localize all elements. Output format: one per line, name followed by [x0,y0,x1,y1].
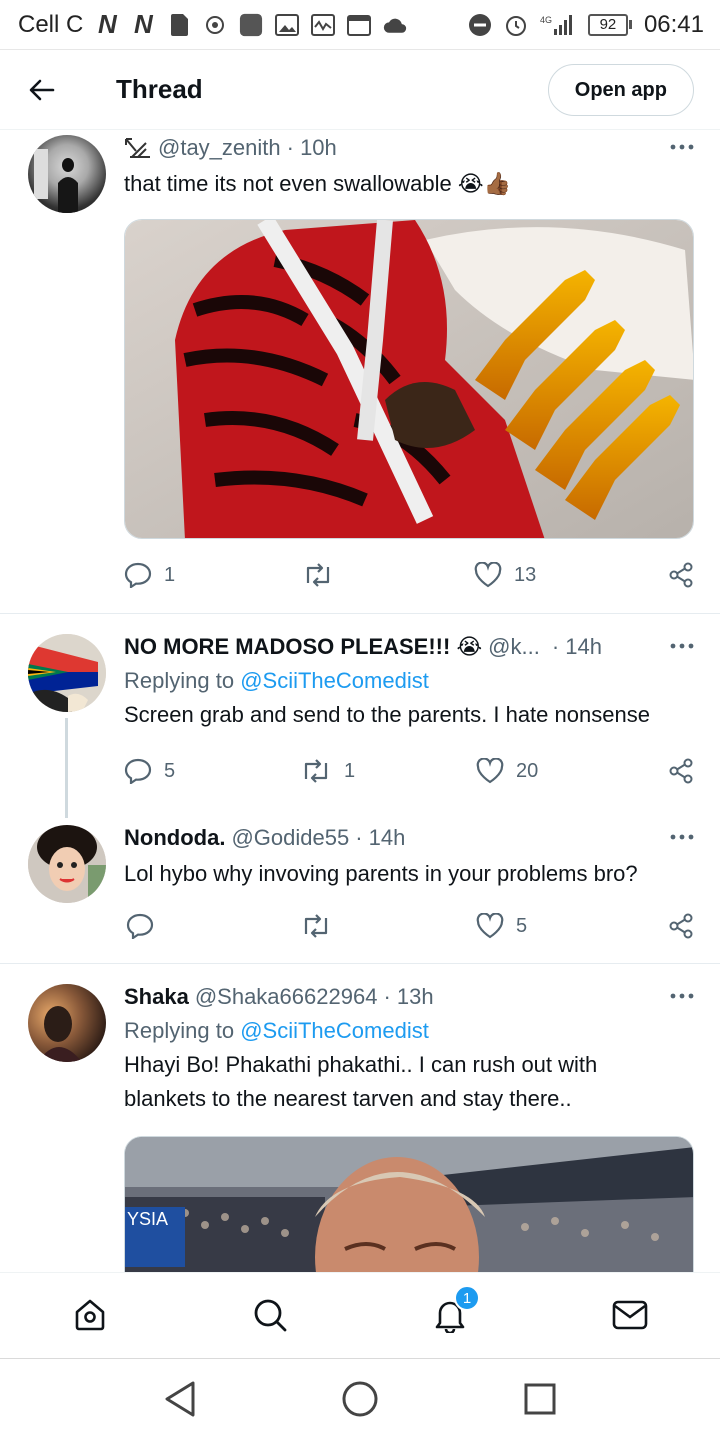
home-icon[interactable] [70,1295,110,1335]
system-navigation-bar [0,1358,720,1440]
retweet-button[interactable]: 1 [300,759,355,783]
notifications-bell-icon[interactable]: 1 [430,1285,480,1335]
retweet-count: 1 [344,759,356,782]
reply-button[interactable]: 1 [124,562,175,588]
svg-text:YSIA: YSIA [127,1209,168,1229]
alarm-icon [504,13,528,37]
tweet-text: that time its not even swallowable 😭👍🏾 [124,171,511,196]
tweet[interactable]: Shaka @Shaka66622964 · 13h Replying to @… [0,964,720,1272]
calendar-icon [347,13,372,37]
retweet-button[interactable] [302,563,346,587]
tweet-author-name[interactable]: NO MORE MADOSO PLEASE!!! 😭 [124,634,482,660]
tweet-text: Lol hybo why invoving parents in your pr… [124,861,638,886]
tweet-handle[interactable]: @Godide55 [231,825,349,851]
more-options-icon[interactable] [664,984,694,1008]
page-title: Thread [116,74,203,104]
tweet-image[interactable] [124,219,694,539]
share-button[interactable] [668,758,694,784]
back-arrow-icon[interactable] [24,72,60,108]
messages-envelope-icon[interactable] [610,1295,650,1335]
tweet[interactable]: Nondoda. @Godide55 · 14h Lol hybo why in… [0,805,720,963]
do-not-disturb-icon [468,13,492,37]
tweet[interactable]: NO MORE MADOSO PLEASE!!! 😭 @k... · 14h R… [0,614,720,804]
tweet-author-name[interactable]: Nondoda. [124,825,225,851]
tweet-handle[interactable]: @Shaka66622964 [195,984,378,1010]
tweet-time: · 10h [286,135,337,160]
replying-to: Replying to @SciiTheComedist [124,668,694,694]
tweet-time: · 14h [355,825,406,850]
reply-button[interactable] [126,913,166,939]
network-type-label: 4G [540,15,552,25]
app-notification-icon [239,13,263,37]
like-count: 5 [516,914,528,937]
notification-n-icon: N [133,9,153,39]
tweet-time: · 14h [551,634,602,659]
activity-icon [311,13,336,37]
like-button[interactable]: 13 [474,562,536,588]
signal-icon: 4G [540,13,576,37]
tweet-handle[interactable]: @tay_zenith [158,135,281,161]
open-app-button[interactable]: Open app [547,64,694,116]
tweet-author-name[interactable]: Shaka [124,984,189,1010]
sd-card-icon [167,13,191,37]
gallery-icon [275,13,300,37]
system-recents-icon[interactable] [520,1379,560,1419]
system-back-icon[interactable] [160,1379,200,1419]
replying-to-mention[interactable]: @SciiTheComedist [240,1018,429,1043]
replying-to: Replying to @SciiTheComedist [124,1018,694,1044]
notification-n-icon: N [97,9,117,39]
share-button[interactable] [668,562,694,588]
search-icon[interactable] [250,1295,290,1335]
replying-to-label: Replying to [124,668,235,693]
carrier-label: Cell C [18,10,84,38]
like-button[interactable]: 20 [476,758,538,784]
bottom-nav: 1 [0,1272,720,1358]
system-home-icon[interactable] [340,1379,380,1419]
tweet[interactable]: @tay_zenith · 10h that time its not even… [0,131,720,613]
status-bar: Cell C N N 4G 92 06:41 [0,0,720,50]
avatar[interactable] [28,825,106,903]
reply-button[interactable]: 5 [124,758,175,784]
share-button[interactable] [668,913,694,939]
like-count: 20 [516,759,539,782]
like-button[interactable]: 5 [476,913,527,939]
more-options-icon[interactable] [664,135,694,159]
like-count: 13 [514,563,537,586]
replying-to-mention[interactable]: @SciiTheComedist [240,668,429,693]
cloud-icon [383,13,407,37]
avatar[interactable] [28,984,106,1062]
tweet-handle[interactable]: @k... [488,634,540,660]
notifications-badge: 1 [454,1285,480,1311]
clock: 06:41 [643,10,704,38]
avatar[interactable] [28,135,106,213]
tweet-text: Hhayi Bo! Phakathi phakathi.. I can rush… [124,1052,598,1111]
replying-to-label: Replying to [124,1018,235,1043]
more-options-icon[interactable] [664,634,694,658]
reply-count: 1 [164,563,176,586]
avatar[interactable] [28,634,106,712]
top-app-bar: Thread Open app [0,50,720,130]
tweet-image[interactable]: YSIA [124,1136,694,1272]
hotspot-icon [203,13,227,37]
battery-level: 92 [587,13,628,36]
retweet-button[interactable] [300,914,344,938]
tweet-text: Screen grab and send to the parents. I h… [124,702,650,727]
battery-icon: 92 [587,13,632,36]
tweet-time: · 13h [383,984,434,1009]
more-options-icon[interactable] [664,825,694,849]
reply-count: 5 [164,759,176,782]
verified-art-icon [124,137,152,159]
